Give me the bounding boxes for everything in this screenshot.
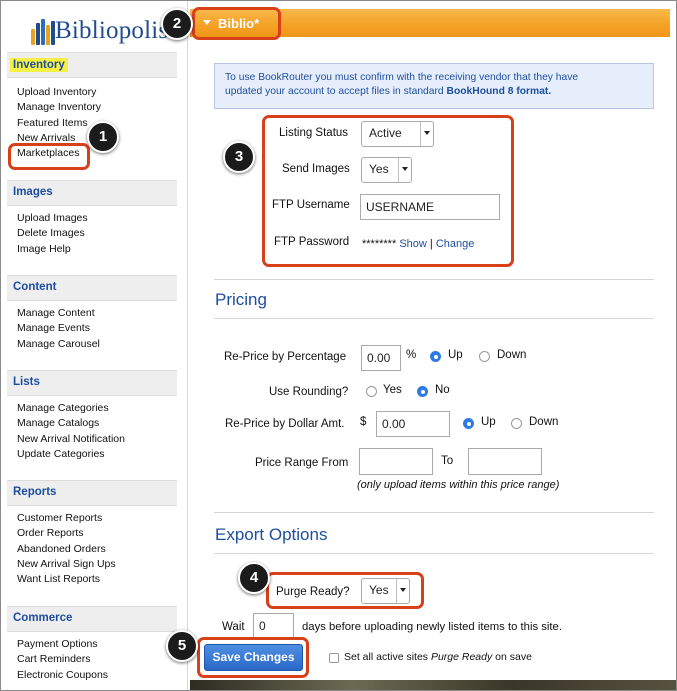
sidebar-item-electronic-coupons[interactable]: Electronic Coupons bbox=[17, 668, 108, 683]
section-title: Commerce bbox=[13, 612, 73, 624]
percent-unit: % bbox=[406, 349, 417, 361]
reprice-dollar-input[interactable]: 0.00 bbox=[376, 411, 450, 437]
sidebar-item-manage-carousel[interactable]: Manage Carousel bbox=[17, 337, 100, 352]
sidebar-item-delete-images[interactable]: Delete Images bbox=[17, 226, 88, 241]
sidebar-section-inventory[interactable]: Inventory bbox=[7, 52, 177, 78]
set-all-suffix: on save bbox=[492, 651, 532, 663]
price-range-from-input[interactable] bbox=[359, 448, 433, 475]
sidebar-item-want-list-reports[interactable]: Want List Reports bbox=[17, 572, 116, 587]
sidebar-section-reports[interactable]: Reports bbox=[7, 480, 177, 506]
wait-suffix: days before uploading newly listed items… bbox=[302, 621, 562, 633]
callout-listing-settings bbox=[262, 115, 514, 267]
price-range-to-input[interactable] bbox=[468, 448, 542, 475]
divider bbox=[214, 553, 654, 554]
bottom-image-strip bbox=[190, 680, 676, 690]
set-all-purge-ready-checkbox[interactable] bbox=[329, 653, 339, 663]
step-badge-1: 1 bbox=[87, 121, 119, 153]
sidebar-item-payment-options[interactable]: Payment Options bbox=[17, 637, 108, 652]
reprice-percentage-input[interactable]: 0.00 bbox=[361, 345, 401, 371]
section-title: Lists bbox=[13, 376, 40, 388]
sidebar-item-manage-inventory[interactable]: Manage Inventory bbox=[17, 100, 101, 115]
sidebar-item-image-help[interactable]: Image Help bbox=[17, 242, 88, 257]
wait-label: Wait bbox=[222, 621, 245, 633]
sidebar: Bibliopolis Inventory Upload Inventory M… bbox=[1, 1, 188, 690]
dollar-down-radio[interactable] bbox=[511, 418, 522, 429]
pricing-heading: Pricing bbox=[215, 290, 267, 309]
sidebar-item-cart-reminders[interactable]: Cart Reminders bbox=[17, 652, 108, 667]
step-badge-4: 4 bbox=[238, 562, 270, 594]
commerce-nav: Payment Options Cart Reminders Electroni… bbox=[17, 637, 108, 683]
rounding-no-label: No bbox=[435, 384, 450, 396]
sidebar-item-upload-images[interactable]: Upload Images bbox=[17, 211, 88, 226]
notice-line-1: To use BookRouter you must confirm with … bbox=[225, 72, 579, 83]
sidebar-section-commerce[interactable]: Commerce bbox=[7, 606, 177, 632]
images-nav: Upload Images Delete Images Image Help bbox=[17, 211, 88, 257]
rounding-no-radio[interactable] bbox=[417, 386, 428, 397]
sidebar-item-new-arrival-notification[interactable]: New Arrival Notification bbox=[17, 432, 125, 447]
percent-up-radio[interactable] bbox=[430, 351, 441, 362]
sidebar-item-new-arrival-sign-ups[interactable]: New Arrival Sign Ups bbox=[17, 557, 116, 572]
dollar-up-radio[interactable] bbox=[463, 418, 474, 429]
content-nav: Manage Content Manage Events Manage Caro… bbox=[17, 306, 100, 352]
price-range-to-label: To bbox=[441, 455, 454, 467]
percent-down-radio[interactable] bbox=[479, 351, 490, 362]
sidebar-item-abandoned-orders[interactable]: Abandoned Orders bbox=[17, 542, 116, 557]
step-badge-2: 2 bbox=[161, 8, 193, 40]
notice-line-2: updated your account to accept files in … bbox=[225, 85, 643, 99]
sidebar-item-upload-inventory[interactable]: Upload Inventory bbox=[17, 85, 101, 100]
sidebar-item-manage-catalogs[interactable]: Manage Catalogs bbox=[17, 416, 125, 431]
sidebar-item-order-reports[interactable]: Order Reports bbox=[17, 526, 116, 541]
sidebar-section-lists[interactable]: Lists bbox=[7, 370, 177, 396]
step-badge-5: 5 bbox=[166, 630, 198, 662]
percent-down-label: Down bbox=[497, 349, 527, 361]
percent-up-label: Up bbox=[448, 349, 463, 361]
section-title: Inventory bbox=[10, 58, 68, 72]
reprice-percentage-label: Re-Price by Percentage bbox=[224, 351, 347, 363]
lists-nav: Manage Categories Manage Catalogs New Ar… bbox=[17, 401, 125, 462]
reports-nav: Customer Reports Order Reports Abandoned… bbox=[17, 511, 116, 587]
reprice-percentage-value: 0.00 bbox=[367, 351, 391, 365]
dollar-symbol: $ bbox=[360, 416, 367, 428]
divider bbox=[214, 279, 654, 280]
divider bbox=[214, 512, 654, 513]
set-all-text: Set all active sites bbox=[344, 651, 431, 663]
rounding-yes-radio[interactable] bbox=[366, 386, 377, 397]
callout-biblio-tab bbox=[192, 7, 281, 40]
export-options-heading: Export Options bbox=[215, 525, 328, 544]
rounding-yes-label: Yes bbox=[383, 384, 402, 396]
logo-text: Bibliopolis bbox=[55, 17, 169, 44]
sidebar-section-content[interactable]: Content bbox=[7, 275, 177, 301]
bookrouter-notice: To use BookRouter you must confirm with … bbox=[214, 63, 654, 109]
sidebar-item-update-categories[interactable]: Update Categories bbox=[17, 447, 125, 462]
sidebar-item-customer-reports[interactable]: Customer Reports bbox=[17, 511, 116, 526]
wait-days-input[interactable]: 0 bbox=[253, 613, 294, 640]
callout-save-changes bbox=[197, 637, 309, 678]
price-range-label: Price Range From bbox=[255, 457, 349, 469]
sidebar-item-manage-events[interactable]: Manage Events bbox=[17, 321, 100, 336]
callout-marketplaces bbox=[8, 143, 90, 170]
step-badge-3: 3 bbox=[223, 141, 255, 173]
divider bbox=[214, 318, 654, 319]
section-title: Content bbox=[13, 281, 57, 293]
sidebar-section-images[interactable]: Images bbox=[7, 180, 177, 206]
notice-text: updated your account to accept files in … bbox=[225, 86, 447, 97]
use-rounding-label: Use Rounding? bbox=[269, 386, 349, 398]
callout-purge-ready bbox=[266, 572, 424, 609]
price-range-note: (only upload items within this price ran… bbox=[357, 479, 560, 491]
set-all-italic: Purge Ready bbox=[430, 651, 493, 663]
reprice-dollar-label: Re-Price by Dollar Amt. bbox=[225, 418, 345, 430]
section-title: Images bbox=[13, 186, 53, 198]
sidebar-item-manage-categories[interactable]: Manage Categories bbox=[17, 401, 125, 416]
wait-days-value: 0 bbox=[259, 619, 266, 633]
dollar-down-label: Down bbox=[529, 416, 559, 428]
sidebar-item-manage-content[interactable]: Manage Content bbox=[17, 306, 100, 321]
reprice-dollar-value: 0.00 bbox=[382, 417, 406, 431]
dollar-up-label: Up bbox=[481, 416, 496, 428]
set-all-purge-ready-label: Set all active sites Purge Ready on save bbox=[344, 651, 532, 663]
section-title: Reports bbox=[13, 486, 57, 498]
notice-format: BookHound 8 format. bbox=[446, 86, 552, 97]
